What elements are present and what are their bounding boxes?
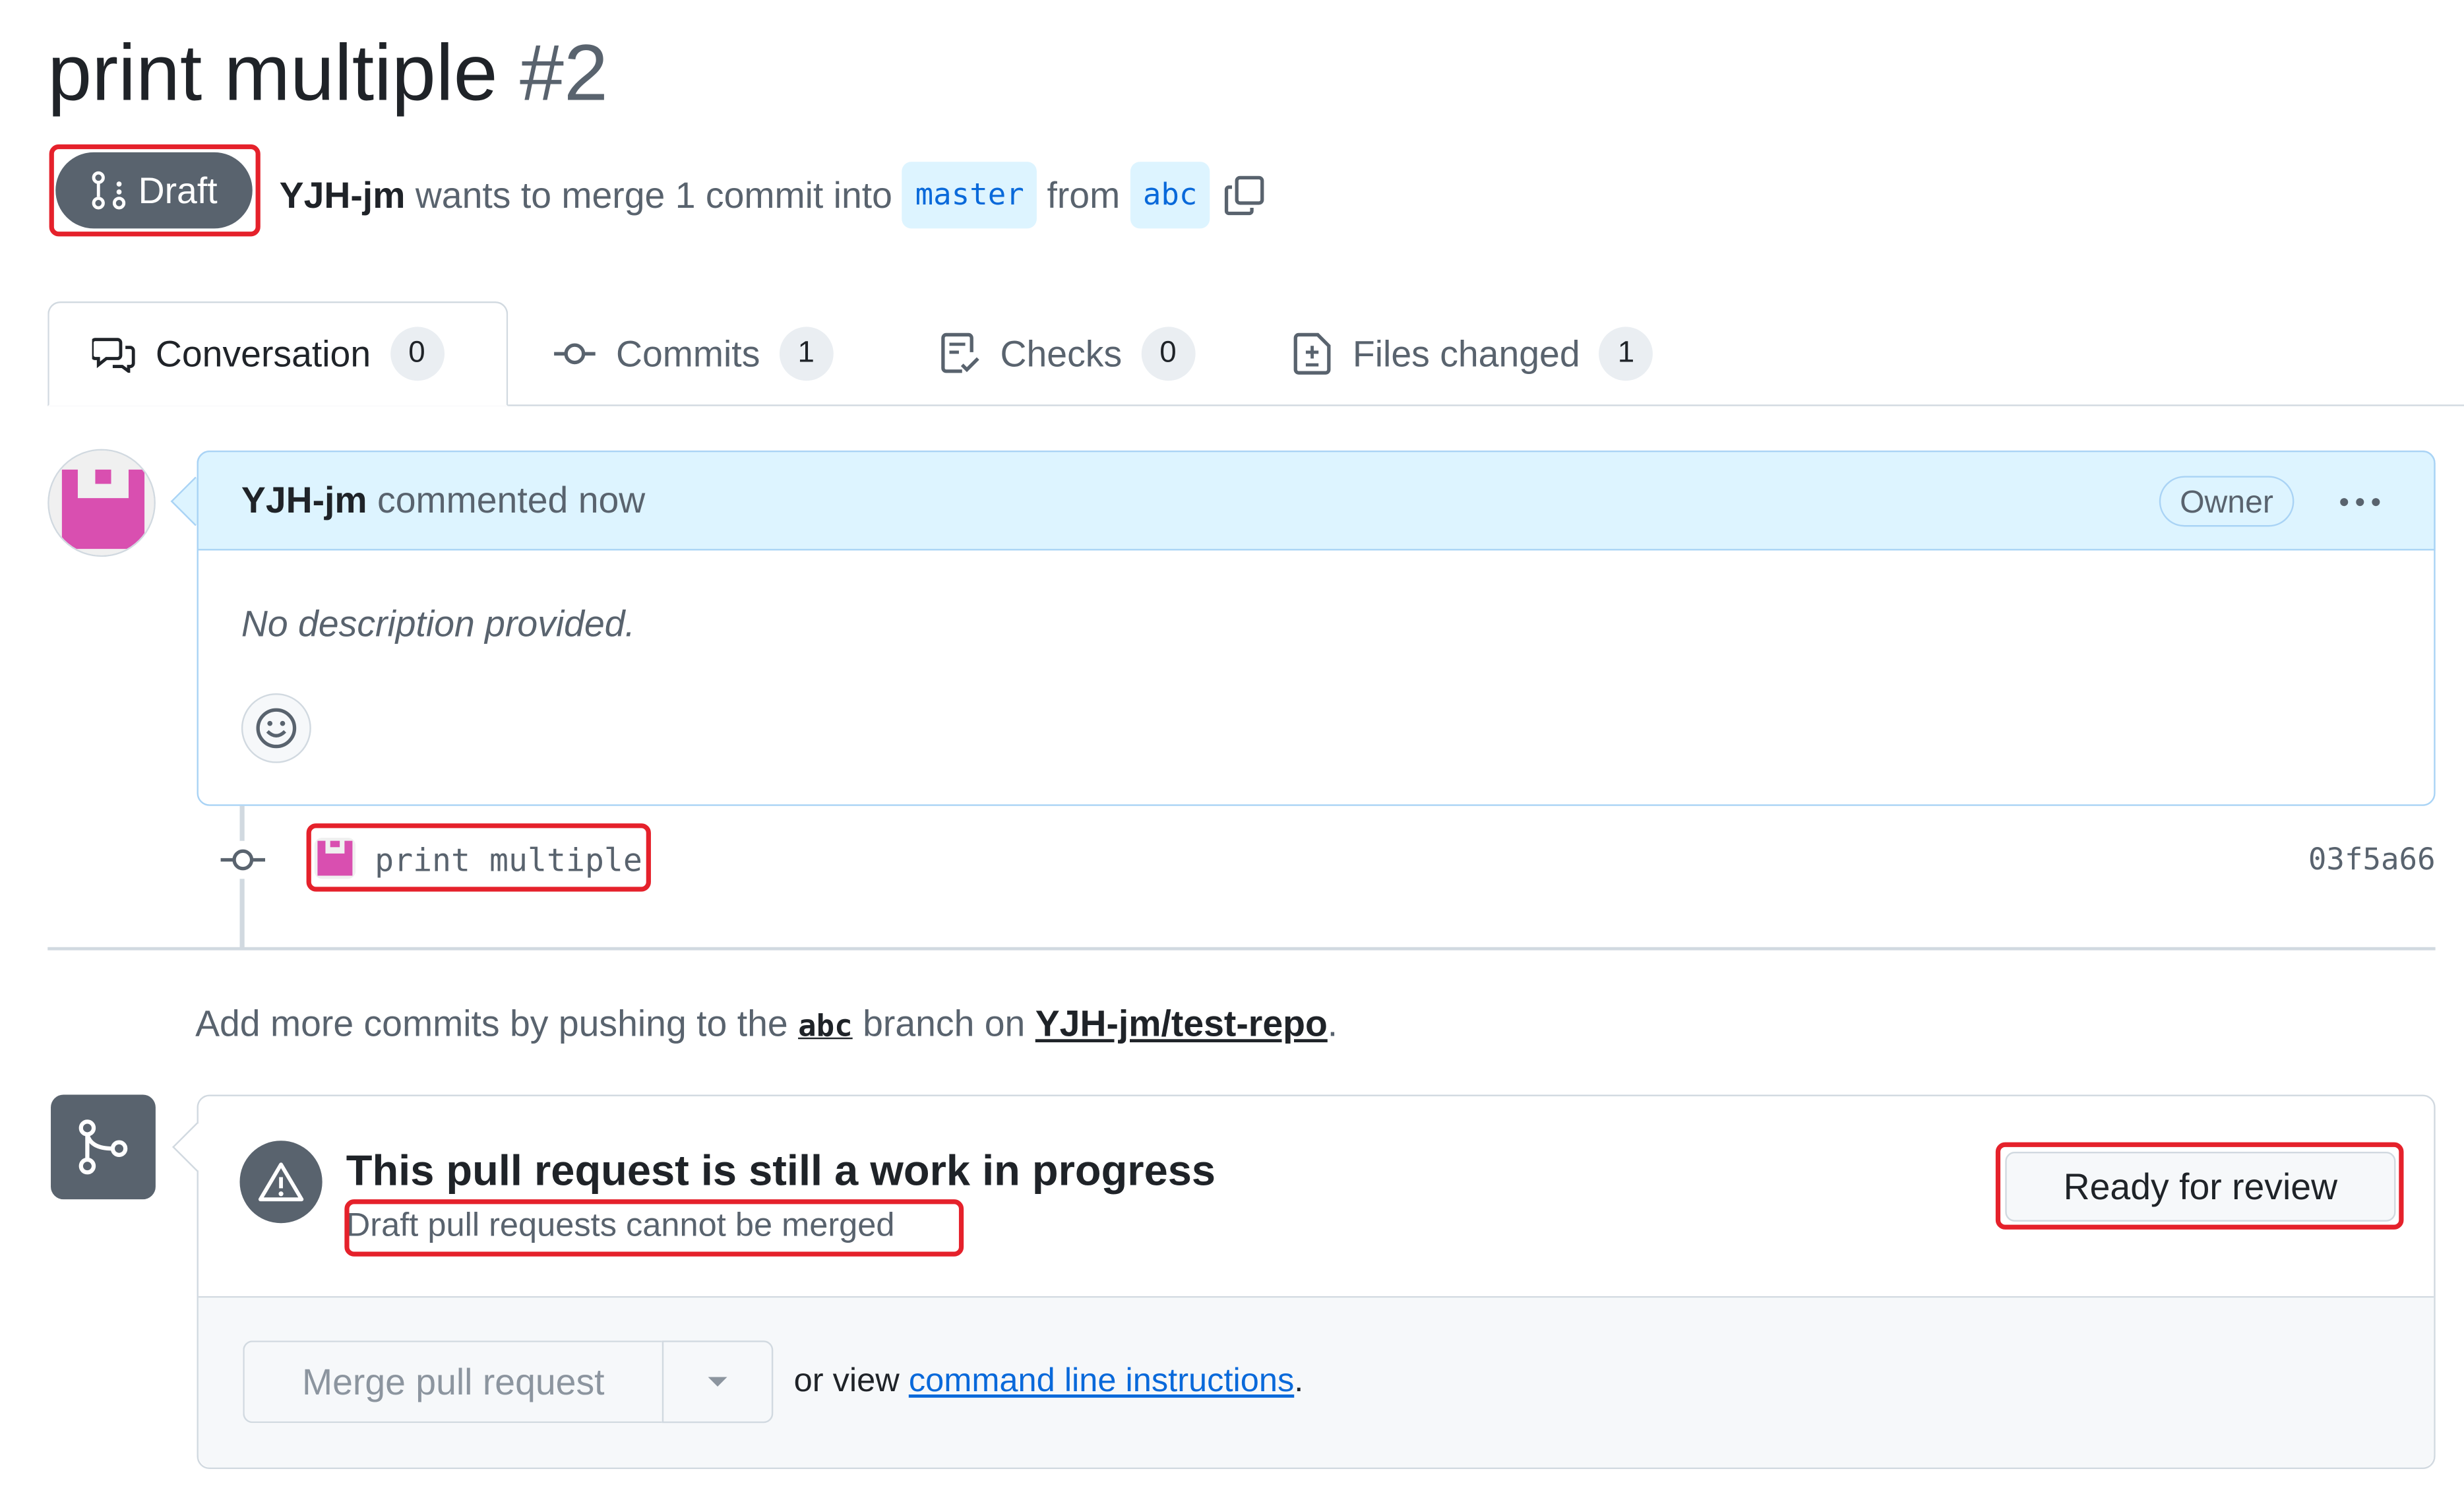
tab-files-changed-count: 1: [1599, 327, 1653, 381]
pr-number: #2: [520, 28, 608, 117]
comment-body: No description provided.: [241, 602, 635, 644]
file-diff-icon: [1293, 332, 1331, 375]
pr-title: print multiple #2: [47, 22, 608, 124]
copy-icon[interactable]: [1223, 173, 1267, 217]
draft-state-badge: Draft: [55, 152, 253, 229]
tab-checks-count: 0: [1141, 327, 1195, 381]
merge-pull-request-button[interactable]: Merge pull request: [243, 1340, 662, 1424]
comment-author[interactable]: YJH-jm: [241, 479, 367, 520]
cli-line: or view command line instructions.: [794, 1353, 1304, 1410]
merge-text: wants to merge 1 commit into: [415, 174, 892, 216]
alert-circle: [239, 1141, 323, 1224]
merge-status-icon-box: [51, 1094, 156, 1200]
draft-label: Draft: [138, 169, 218, 210]
cli-suffix: .: [1294, 1362, 1304, 1400]
cli-prefix: or view: [793, 1362, 900, 1400]
kebab-menu-icon[interactable]: [2331, 476, 2388, 527]
identicon-avatar: [49, 451, 154, 555]
push-info-period: .: [1327, 1002, 1338, 1044]
pr-meta: YJH-jm wants to merge 1 commit into mast…: [280, 162, 1268, 229]
tab-files-changed-label: Files changed: [1352, 332, 1580, 374]
tab-checks[interactable]: Checks 0: [940, 301, 1195, 406]
tab-conversation-count: 0: [390, 327, 444, 381]
checklist-icon: [941, 332, 979, 373]
comment-action: commented now: [377, 479, 646, 520]
push-info-text: Add more commits by pushing to the: [195, 1002, 788, 1044]
push-info-text-b: branch on: [863, 1002, 1026, 1044]
tab-checks-label: Checks: [1000, 332, 1123, 374]
command-line-instructions-link[interactable]: command line instructions: [909, 1363, 1294, 1399]
timeline-divider: [47, 947, 2436, 951]
commit-message-link[interactable]: print multiple: [375, 836, 642, 883]
ready-for-review-button[interactable]: Ready for review: [2005, 1152, 2396, 1222]
head-branch[interactable]: abc: [1130, 162, 1210, 229]
from-text: from: [1047, 174, 1121, 216]
author-avatar[interactable]: [47, 449, 156, 557]
owner-badge: Owner: [2159, 476, 2295, 527]
push-branch-link[interactable]: abc: [798, 1009, 853, 1044]
tab-commits-label: Commits: [615, 332, 760, 374]
tab-commits[interactable]: Commits 1: [553, 301, 834, 406]
smiley-icon: [256, 708, 297, 749]
alert-icon: [258, 1162, 304, 1202]
git-merge-icon: [78, 1119, 128, 1175]
tab-commits-count: 1: [779, 327, 834, 381]
merge-method-dropdown[interactable]: [662, 1340, 774, 1424]
wip-title: This pull request is still a work in pro…: [346, 1146, 1216, 1195]
repo-link[interactable]: YJH-jm/test-repo: [1035, 1003, 1328, 1044]
git-pull-request-draft-icon: [92, 171, 126, 210]
comment-discussion-icon: [92, 338, 135, 373]
add-reaction-button[interactable]: [241, 693, 311, 763]
wip-subtitle: Draft pull requests cannot be merged: [346, 1207, 895, 1244]
commit-author-avatar[interactable]: [314, 837, 356, 879]
tab-conversation-label: Conversation: [155, 332, 371, 374]
commit-sha-link[interactable]: 03f5a66: [2191, 836, 2436, 883]
tab-files-changed[interactable]: Files changed 1: [1292, 301, 1653, 406]
push-info: Add more commits by pushing to the abc b…: [195, 995, 1338, 1055]
triangle-down-icon: [708, 1377, 727, 1387]
git-commit-icon: [219, 840, 267, 879]
comment-author-line: YJH-jm commented now: [241, 471, 645, 528]
tab-conversation[interactable]: Conversation 0: [92, 301, 444, 406]
pr-title-text: print multiple: [47, 28, 498, 117]
git-commit-icon: [554, 343, 596, 365]
base-branch[interactable]: master: [902, 162, 1037, 229]
pr-author-link[interactable]: YJH-jm: [280, 167, 406, 224]
